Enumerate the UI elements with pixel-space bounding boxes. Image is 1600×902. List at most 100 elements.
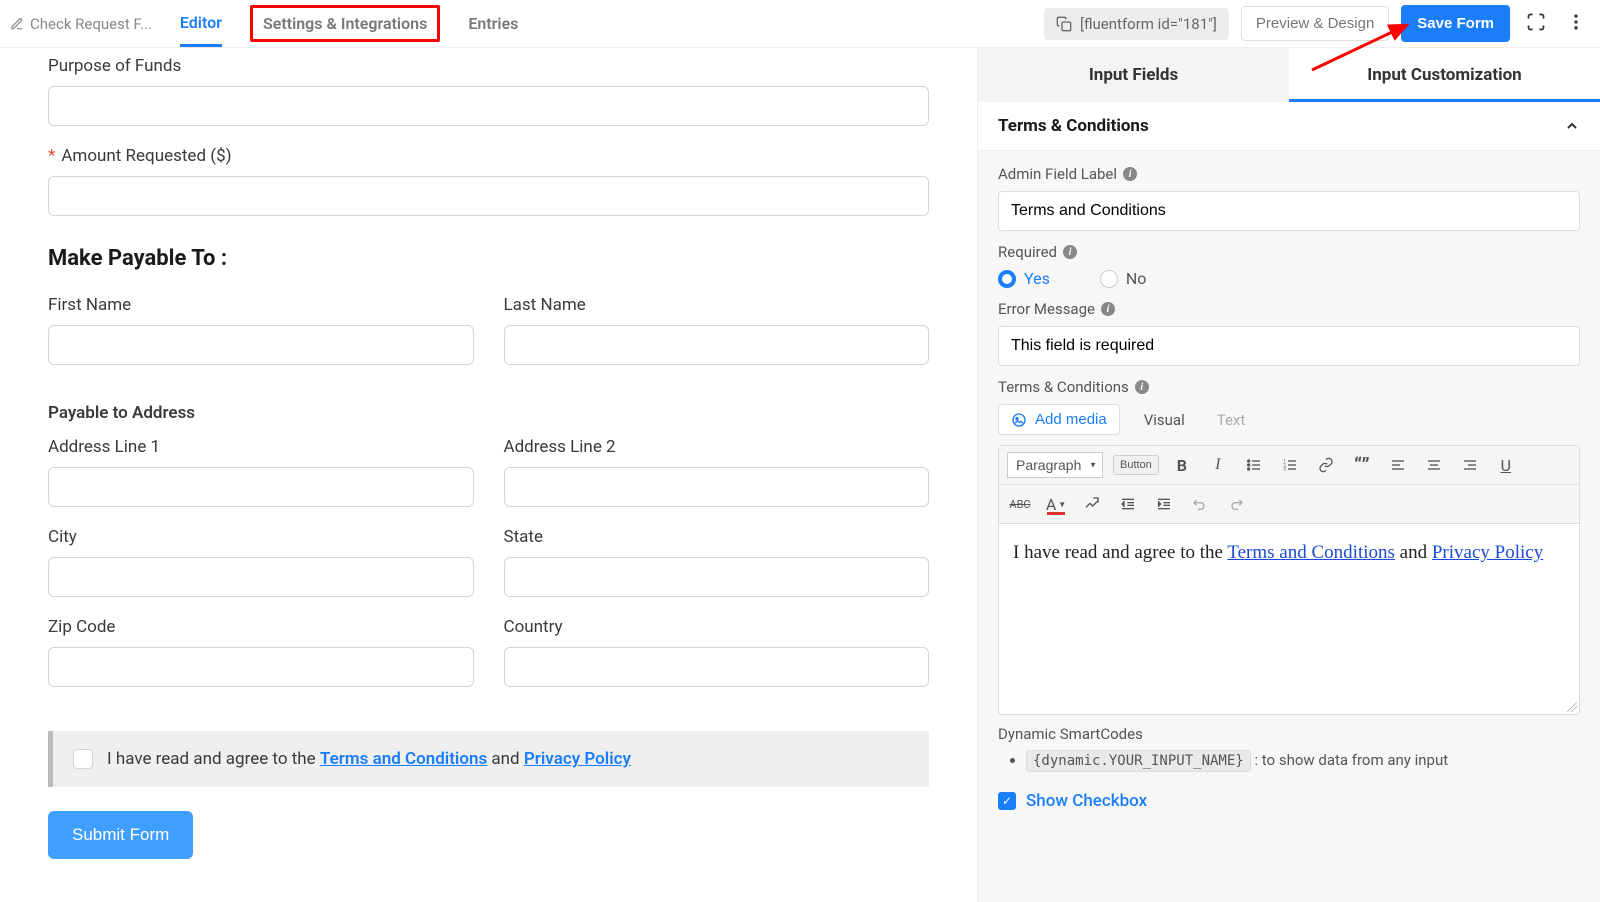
- tab-entries[interactable]: Entries: [468, 2, 518, 45]
- italic-icon[interactable]: I: [1205, 452, 1231, 478]
- pencil-icon: [10, 17, 24, 31]
- addr1-label: Address Line 1: [48, 437, 474, 457]
- address-row-3: Zip Code Country: [48, 617, 929, 707]
- accordion-title: Terms & Conditions: [998, 116, 1149, 136]
- underline-icon[interactable]: U: [1493, 452, 1519, 478]
- required-label-row: Required i: [998, 243, 1580, 261]
- editor-tab-visual[interactable]: Visual: [1136, 405, 1193, 435]
- tab-editor[interactable]: Editor: [180, 1, 222, 47]
- last-name-input[interactable]: [504, 325, 930, 365]
- city-input[interactable]: [48, 557, 474, 597]
- info-icon[interactable]: i: [1063, 245, 1077, 259]
- state-field: State: [504, 527, 930, 597]
- show-checkbox-toggle[interactable]: ✓ Show Checkbox: [998, 791, 1580, 811]
- smartcode-item: {dynamic.YOUR_INPUT_NAME} : to show data…: [1026, 751, 1580, 769]
- terms-accordion-header[interactable]: Terms & Conditions: [978, 102, 1600, 151]
- numbered-list-icon[interactable]: 123: [1277, 452, 1303, 478]
- info-icon[interactable]: i: [1101, 302, 1115, 316]
- terms-checkbox-field[interactable]: I have read and agree to the Terms and C…: [48, 731, 929, 787]
- purpose-label: Purpose of Funds: [48, 56, 929, 76]
- shortcode-text: [fluentform id="181"]: [1080, 15, 1217, 33]
- info-icon[interactable]: i: [1135, 380, 1149, 394]
- purpose-input[interactable]: [48, 86, 929, 126]
- country-input[interactable]: [504, 647, 930, 687]
- admin-label-row: Admin Field Label i: [998, 165, 1580, 183]
- panel-tabs: Input Fields Input Customization: [978, 48, 1600, 102]
- submit-form-button[interactable]: Submit Form: [48, 811, 193, 859]
- payable-address-heading: Payable to Address: [48, 403, 929, 423]
- addr1-field: Address Line 1: [48, 437, 474, 507]
- first-name-label: First Name: [48, 295, 474, 315]
- radio-selected-icon: [998, 270, 1016, 288]
- state-input[interactable]: [504, 557, 930, 597]
- resize-handle-icon[interactable]: [1567, 702, 1577, 712]
- kebab-icon: [1566, 12, 1586, 32]
- shortcode-box[interactable]: [fluentform id="181"]: [1044, 8, 1229, 40]
- indent-icon[interactable]: [1151, 491, 1177, 517]
- required-yes[interactable]: Yes: [998, 269, 1050, 288]
- privacy-link[interactable]: Privacy Policy: [524, 749, 631, 769]
- purpose-field: Purpose of Funds: [48, 56, 929, 126]
- smartcodes-section: Dynamic SmartCodes {dynamic.YOUR_INPUT_N…: [998, 725, 1580, 769]
- admin-label-input[interactable]: [998, 191, 1580, 231]
- main-layout: Purpose of Funds * Amount Requested ($) …: [0, 48, 1600, 902]
- quote-icon[interactable]: “”: [1349, 452, 1375, 478]
- last-name-field: Last Name: [504, 295, 930, 365]
- form-name[interactable]: Check Request F...: [10, 15, 152, 33]
- more-options-button[interactable]: [1562, 8, 1590, 39]
- customization-content: Admin Field Label i Required i Yes No E: [978, 151, 1600, 902]
- strike-icon[interactable]: ABC: [1007, 491, 1033, 517]
- customization-pane: Input Fields Input Customization Terms &…: [978, 48, 1600, 902]
- bold-icon[interactable]: B: [1169, 452, 1195, 478]
- city-label: City: [48, 527, 474, 547]
- tab-input-customization[interactable]: Input Customization: [1289, 48, 1600, 102]
- first-name-field: First Name: [48, 295, 474, 365]
- button-insert[interactable]: Button: [1113, 455, 1159, 475]
- preview-button[interactable]: Preview & Design: [1241, 6, 1389, 41]
- error-message-input[interactable]: [998, 326, 1580, 366]
- align-left-icon[interactable]: [1385, 452, 1411, 478]
- zip-label: Zip Code: [48, 617, 474, 637]
- copy-icon: [1056, 16, 1072, 32]
- terms-checkbox[interactable]: [73, 749, 93, 769]
- align-center-icon[interactable]: [1421, 452, 1447, 478]
- format-select-wrap[interactable]: Paragraph: [1007, 452, 1103, 478]
- addr2-input[interactable]: [504, 467, 930, 507]
- redo-icon[interactable]: [1223, 491, 1249, 517]
- info-icon[interactable]: i: [1123, 167, 1137, 181]
- editor-privacy-link[interactable]: Privacy Policy: [1432, 542, 1543, 563]
- save-form-button[interactable]: Save Form: [1401, 5, 1510, 42]
- first-name-input[interactable]: [48, 325, 474, 365]
- form-preview-pane: Purpose of Funds * Amount Requested ($) …: [0, 48, 978, 902]
- topbar-right: [fluentform id="181"] Preview & Design S…: [1044, 5, 1590, 42]
- required-radio-group: Yes No: [998, 269, 1580, 288]
- svg-text:3: 3: [1283, 466, 1286, 472]
- rich-text-editor: Paragraph Button B I 123 “”: [998, 445, 1580, 715]
- format-select[interactable]: Paragraph: [1007, 452, 1103, 478]
- undo-icon[interactable]: [1187, 491, 1213, 517]
- bullet-list-icon[interactable]: [1241, 452, 1267, 478]
- name-row: First Name Last Name: [48, 295, 929, 385]
- required-no[interactable]: No: [1100, 269, 1147, 288]
- add-media-button[interactable]: Add media: [998, 404, 1120, 435]
- text-color-icon[interactable]: A▼: [1043, 491, 1069, 517]
- last-name-label: Last Name: [504, 295, 930, 315]
- editor-tab-text[interactable]: Text: [1209, 405, 1254, 435]
- link-icon[interactable]: [1313, 452, 1339, 478]
- tab-input-fields[interactable]: Input Fields: [978, 48, 1289, 102]
- align-right-icon[interactable]: [1457, 452, 1483, 478]
- zip-input[interactable]: [48, 647, 474, 687]
- clear-format-icon[interactable]: [1079, 491, 1105, 517]
- editor-mode-tabs: Visual Text: [1136, 405, 1254, 435]
- terms-link[interactable]: Terms and Conditions: [320, 749, 487, 769]
- editor-terms-link[interactable]: Terms and Conditions: [1227, 542, 1395, 563]
- amount-input[interactable]: [48, 176, 929, 216]
- addr1-input[interactable]: [48, 467, 474, 507]
- country-field: Country: [504, 617, 930, 687]
- fullscreen-button[interactable]: [1522, 8, 1550, 39]
- fullscreen-icon: [1526, 12, 1546, 32]
- outdent-icon[interactable]: [1115, 491, 1141, 517]
- editor-body[interactable]: I have read and agree to the Terms and C…: [999, 524, 1579, 714]
- tab-settings[interactable]: Settings & Integrations: [250, 5, 440, 42]
- top-bar: Check Request F... Editor Settings & Int…: [0, 0, 1600, 48]
